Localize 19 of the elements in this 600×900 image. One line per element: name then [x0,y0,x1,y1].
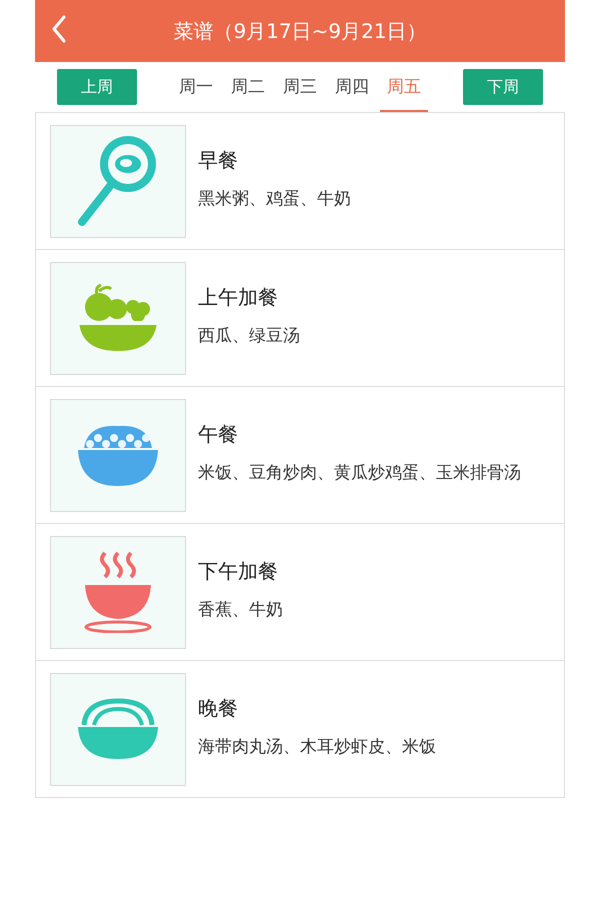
meal-name: 午餐 [198,420,239,448]
meal-dishes: 黑米粥、鸡蛋、牛奶 [198,188,351,210]
back-icon [51,15,67,43]
meal-dishes: 香蕉、牛奶 [198,598,283,622]
meal-name: 下午加餐 [198,558,279,584]
day-tab[interactable]: 周三 [276,62,324,112]
meal-name: 早餐 [198,146,239,174]
meal-name: 晚餐 [198,694,239,722]
fruit-bowl-icon [77,283,159,353]
page-title: 菜谱（9月17日~9月21日） [173,18,427,44]
day-tab[interactable]: 周二 [224,62,272,112]
back-button[interactable] [51,15,67,43]
meal-dishes: 米饭、豆角炒肉、黄瓜炒鸡蛋、玉米排骨汤 [198,462,521,484]
noodle-bowl-icon [76,697,160,761]
day-tab[interactable]: 周四 [328,62,376,112]
day-tab[interactable]: 周一 [172,62,220,112]
meal-dishes: 海带肉丸汤、木耳炒虾皮、米饭 [198,736,436,758]
meal-dishes: 西瓜、绿豆汤 [198,324,300,348]
meal-name: 上午加餐 [198,284,279,310]
